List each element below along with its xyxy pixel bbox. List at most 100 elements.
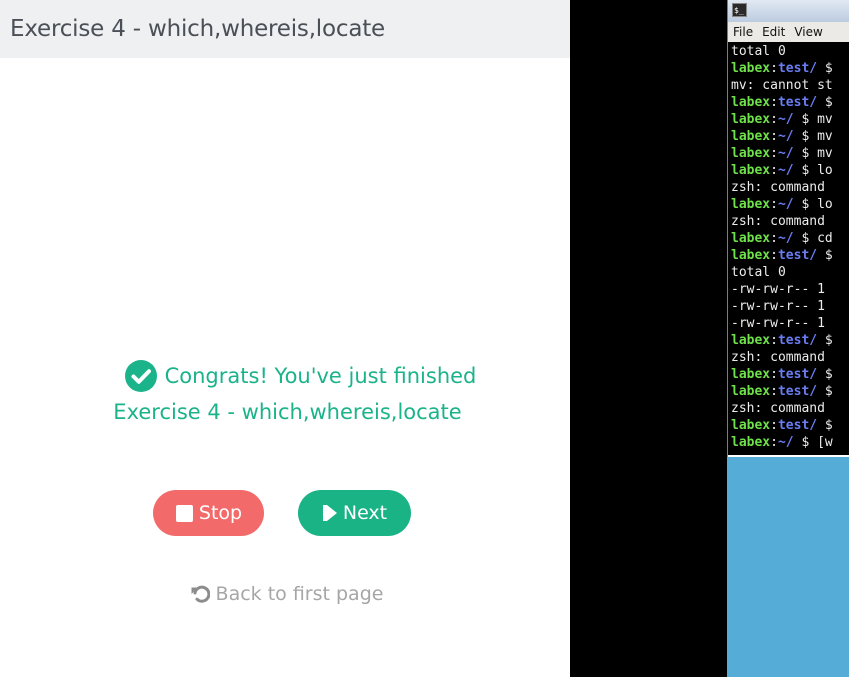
prompt-user: labex (731, 129, 771, 144)
terminal-icon: $_ (732, 3, 747, 17)
command-text: $ mv (793, 129, 833, 144)
command-text: $ (817, 61, 833, 76)
lesson-panel: Exercise 4 - which,whereis,locate Congra… (0, 0, 570, 677)
terminal-line: labex:test/ $ (731, 366, 849, 383)
prompt-user: labex (731, 197, 771, 212)
terminal-titlebar[interactable]: $_ (728, 0, 849, 22)
terminal-output[interactable]: total 0 labex:test/ $ mv: cannot st labex:t… (728, 42, 849, 455)
prompt-dir: ~/ (777, 112, 794, 127)
command-text: $ mv (793, 112, 833, 127)
prompt-separator: : (770, 129, 778, 144)
prompt-dir: test/ (777, 61, 818, 76)
terminal-menubar: File Edit View (728, 22, 849, 42)
prompt-dir: ~/ (777, 146, 794, 161)
prompt-dir: test/ (777, 384, 818, 399)
command-text: $ mv (793, 146, 833, 161)
command-text: $ (817, 418, 833, 433)
prompt-separator: : (770, 95, 778, 110)
command-text: $ cd (793, 231, 833, 246)
prompt-dir: ~/ (777, 129, 794, 144)
undo-icon (191, 585, 210, 603)
command-text: $ lo (793, 163, 833, 178)
prompt-separator: : (770, 61, 778, 76)
exercise-title: Exercise 4 - which,whereis,locate (10, 16, 385, 42)
stop-button[interactable]: Stop (153, 490, 264, 536)
prompt-dir: test/ (777, 333, 818, 348)
prompt-user: labex (731, 435, 771, 450)
prompt-dir: ~/ (777, 435, 794, 450)
prompt-dir: test/ (777, 418, 818, 433)
exercise-header: Exercise 4 - which,whereis,locate (0, 0, 570, 58)
terminal-window[interactable]: $_ File Edit View total 0 labex:test/ $ mv… (727, 0, 849, 457)
terminal-line: labex:~/ $ mv (731, 145, 849, 162)
terminal-line: labex:test/ $ (731, 60, 849, 77)
prompt-user: labex (731, 333, 771, 348)
command-text: $ (817, 95, 833, 110)
prompt-user: labex (731, 384, 771, 399)
terminal-line: labex:~/ $ mv (731, 111, 849, 128)
stop-button-label: Stop (198, 502, 243, 524)
next-button[interactable]: Next (298, 490, 411, 536)
terminal-line: zsh: command (731, 180, 825, 195)
terminal-line: labex:~/ $ cd (731, 230, 849, 247)
back-link-label: Back to first page (215, 583, 384, 605)
terminal-line: labex:~/ $ lo (731, 196, 849, 213)
prompt-separator: : (770, 163, 778, 178)
prompt-dir: test/ (777, 248, 818, 263)
prompt-user: labex (731, 231, 771, 246)
back-to-first-page-link[interactable]: Back to first page (0, 583, 570, 605)
prompt-dir: ~/ (777, 231, 794, 246)
skip-forward-icon (322, 505, 337, 521)
prompt-dir: ~/ (777, 163, 794, 178)
terminal-line: total 0 (731, 265, 786, 280)
menu-edit[interactable]: Edit (757, 25, 789, 39)
terminal-line: labex:~/ $ mv (731, 128, 849, 145)
terminal-line: total 0 (731, 44, 786, 59)
prompt-user: labex (731, 146, 771, 161)
terminal-line: labex:test/ $ (731, 332, 849, 349)
prompt-user: labex (731, 418, 771, 433)
finished-exercise-name: Exercise 4 - which,whereis,locate (113, 400, 462, 424)
remote-desktop[interactable]: $_ File Edit View total 0 labex:test/ $ mv… (570, 0, 849, 677)
terminal-line: labex:test/ $ (731, 247, 849, 264)
prompt-separator: : (770, 384, 778, 399)
prompt-user: labex (731, 248, 771, 263)
prompt-separator: : (770, 112, 778, 127)
terminal-line: zsh: command (731, 401, 825, 416)
terminal-line: labex:~/ $ [w (731, 434, 849, 451)
prompt-user: labex (731, 163, 771, 178)
terminal-line: labex:test/ $ (731, 383, 849, 400)
terminal-line: zsh: command (731, 214, 825, 229)
command-text: $ (817, 367, 833, 382)
congrats-message: Congrats! You've just finished Exercise … (0, 358, 570, 430)
prompt-dir: test/ (777, 95, 818, 110)
terminal-line: labex:~/ $ lo (731, 162, 849, 179)
command-text: $ lo (793, 197, 833, 212)
command-text: $ (817, 333, 833, 348)
prompt-dir: ~/ (777, 197, 794, 212)
prompt-user: labex (731, 61, 771, 76)
command-text: $ [w (793, 435, 833, 450)
menu-file[interactable]: File (728, 25, 757, 39)
terminal-line: -rw-rw-r-- 1 (731, 316, 825, 331)
prompt-separator: : (770, 333, 778, 348)
prompt-dir: test/ (777, 367, 818, 382)
command-text: $ (817, 248, 833, 263)
prompt-user: labex (731, 95, 771, 110)
prompt-separator: : (770, 231, 778, 246)
desktop-background (727, 457, 849, 677)
terminal-line: -rw-rw-r-- 1 (731, 299, 825, 314)
prompt-user: labex (731, 112, 771, 127)
prompt-separator: : (770, 146, 778, 161)
congrats-text: Congrats! You've just finished (164, 364, 477, 388)
menu-view[interactable]: View (789, 25, 826, 39)
stop-icon (175, 504, 193, 522)
prompt-separator: : (770, 197, 778, 212)
prompt-separator: : (770, 367, 778, 382)
terminal-line: zsh: command (731, 350, 825, 365)
terminal-line: labex:test/ $ (731, 94, 849, 111)
terminal-line: labex:test/ $ (731, 417, 849, 434)
prompt-separator: : (770, 435, 778, 450)
check-circle-icon (124, 360, 157, 392)
command-text: $ (817, 384, 833, 399)
